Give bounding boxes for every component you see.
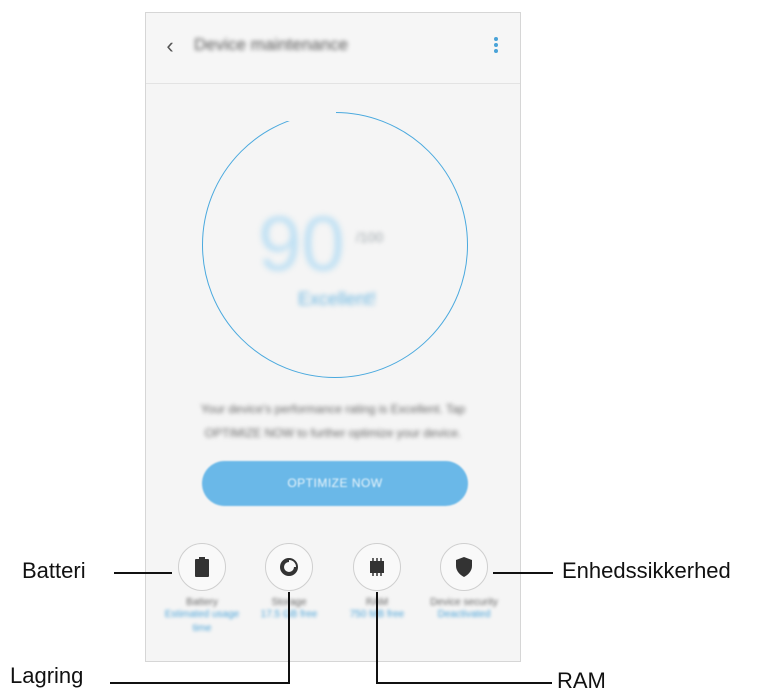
callout-line-ram-vertical [376, 592, 378, 684]
more-options-icon[interactable] [490, 35, 502, 59]
optimize-now-button[interactable]: OPTIMIZE NOW [202, 461, 468, 506]
category-label: Battery [186, 597, 218, 608]
callout-line-storage [110, 682, 290, 684]
category-label: Device security [430, 597, 498, 608]
callout-storage: Lagring [10, 663, 84, 688]
battery-icon [195, 557, 209, 577]
callout-device-security: Enhedssikkerhed [562, 558, 731, 583]
back-icon[interactable]: ‹ [159, 33, 181, 59]
category-value: time [192, 623, 212, 634]
category-device-security[interactable]: Device security Deactivated [421, 543, 507, 622]
storage-button[interactable] [265, 543, 313, 591]
score-value: 90 [258, 199, 345, 287]
page-title: Device maintenance [194, 35, 349, 54]
category-value: Deactivated [437, 609, 491, 620]
callout-line-battery [114, 572, 172, 574]
category-value: Estimated usage [164, 609, 240, 620]
callout-battery: Batteri [22, 558, 86, 583]
battery-button[interactable] [178, 543, 226, 591]
callout-ram: RAM [557, 668, 606, 693]
shield-icon [456, 557, 472, 577]
ram-button[interactable] [353, 543, 401, 591]
device-security-button[interactable] [440, 543, 488, 591]
memory-chip-icon [370, 558, 384, 576]
callout-line-security [493, 572, 553, 574]
score-status: Excellent! [297, 289, 377, 309]
phone-screen: ‹ Device maintenance 90 /100 Excellent! … [145, 12, 521, 662]
score-max: /100 [356, 229, 384, 245]
category-battery[interactable]: Battery Estimated usage time [159, 543, 245, 636]
performance-description: Your device's performance rating is Exce… [200, 402, 466, 440]
app-bar: ‹ Device maintenance [146, 13, 520, 84]
callout-line-storage-vertical [288, 592, 290, 684]
storage-icon [280, 558, 298, 576]
callout-line-ram [376, 682, 552, 684]
